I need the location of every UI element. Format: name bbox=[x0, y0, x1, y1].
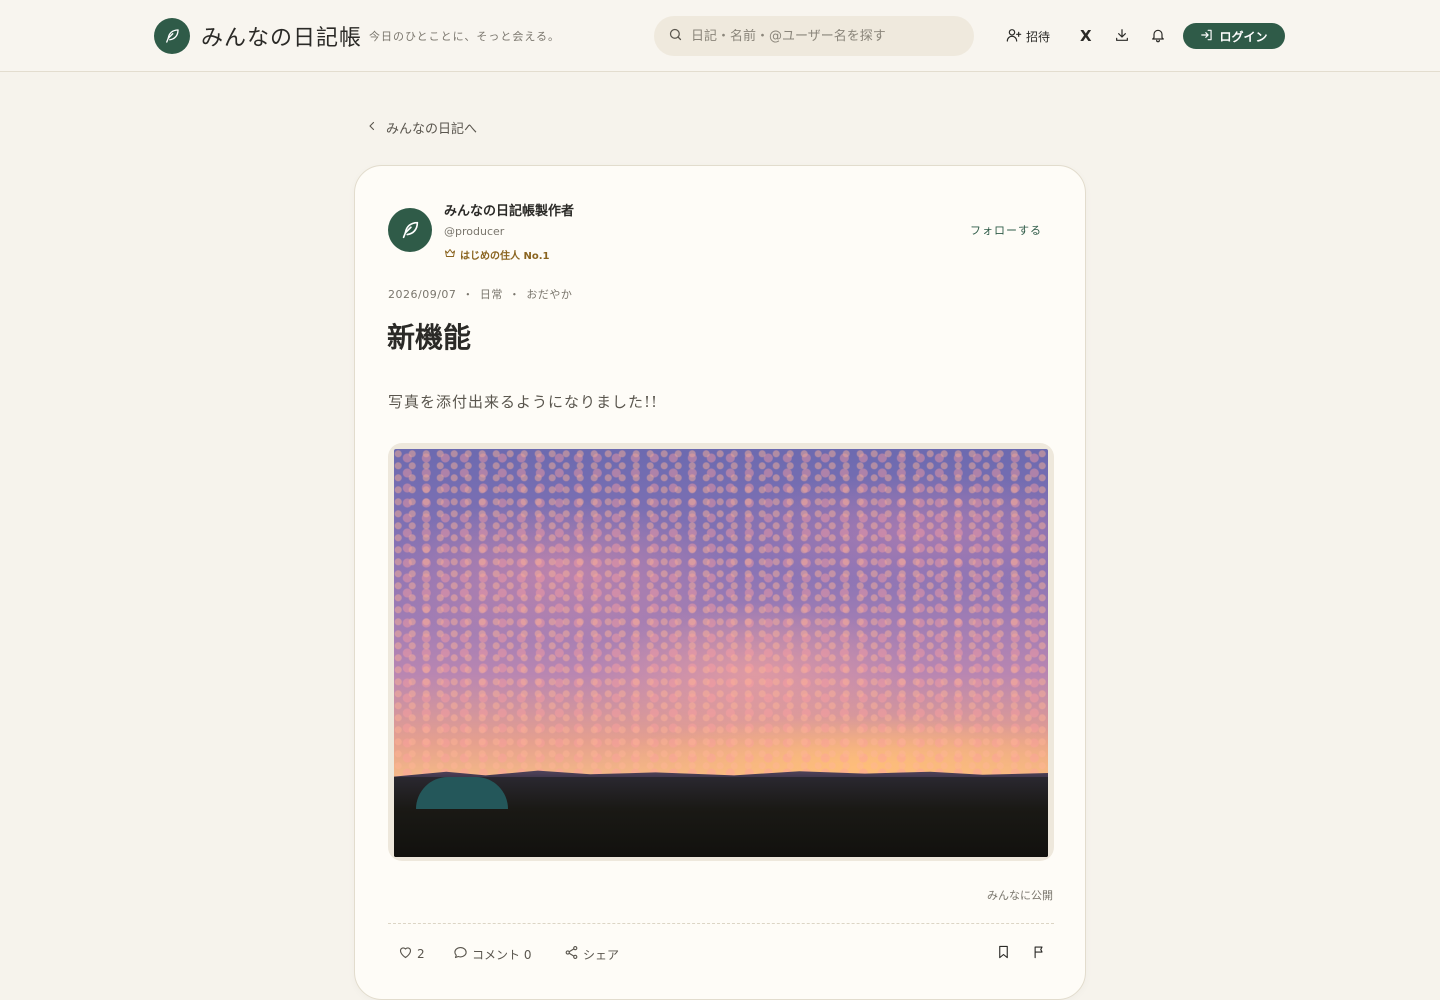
comment-icon bbox=[453, 945, 468, 963]
photo-greenhouse bbox=[416, 777, 508, 809]
share-button[interactable]: シェア bbox=[564, 945, 619, 963]
comment-label: コメント 0 bbox=[472, 947, 532, 962]
back-label: みんなの日記へ bbox=[386, 122, 478, 137]
flag-icon bbox=[1032, 944, 1047, 964]
attached-photo[interactable] bbox=[394, 449, 1048, 857]
like-count: 2 bbox=[417, 947, 425, 961]
post-category: 日常 bbox=[479, 288, 503, 301]
avatar[interactable] bbox=[388, 208, 432, 252]
share-icon bbox=[564, 945, 579, 963]
login-button[interactable]: ログイン bbox=[1183, 23, 1285, 49]
post-date: 2026/09/07 bbox=[388, 288, 457, 301]
brand-tagline: 今日のひとことに、そっと会える。 bbox=[369, 30, 561, 43]
x-share-button[interactable]: X bbox=[1080, 24, 1092, 48]
post-card: みんなの日記帳製作者 @producer はじめの住人 No.1 フォローする … bbox=[354, 165, 1086, 1000]
photo-frame bbox=[388, 443, 1054, 861]
bell-icon bbox=[1150, 27, 1166, 46]
author-badge: はじめの住人 No.1 bbox=[444, 247, 549, 262]
user-plus-icon bbox=[1006, 27, 1022, 46]
report-button[interactable] bbox=[1030, 945, 1048, 963]
visibility-label: みんなに公開 bbox=[987, 889, 1053, 902]
download-icon bbox=[1114, 27, 1130, 46]
meta-separator: ・ bbox=[508, 288, 521, 301]
bookmark-icon bbox=[996, 944, 1011, 964]
login-label: ログイン bbox=[1219, 29, 1268, 44]
invite-button[interactable]: 招待 bbox=[1006, 24, 1050, 48]
post-body: 写真を添付出来るようになりました!! bbox=[388, 393, 659, 411]
share-label: シェア bbox=[583, 947, 620, 962]
post-mood: おだやか bbox=[526, 288, 573, 301]
heart-icon bbox=[398, 945, 413, 963]
invite-label: 招待 bbox=[1026, 29, 1051, 44]
follow-button[interactable]: フォローする bbox=[970, 222, 1042, 238]
post-title: 新機能 bbox=[387, 321, 472, 354]
author-name[interactable]: みんなの日記帳製作者 bbox=[444, 200, 574, 219]
comment-button[interactable]: コメント 0 bbox=[453, 945, 531, 963]
notifications-button[interactable] bbox=[1150, 24, 1166, 48]
bookmark-button[interactable] bbox=[994, 945, 1012, 963]
download-button[interactable] bbox=[1114, 24, 1130, 48]
crown-icon bbox=[444, 247, 456, 262]
top-header: みんなの日記帳 今日のひとことに、そっと会える。 招待 X ログイン bbox=[0, 0, 1440, 72]
login-icon bbox=[1200, 28, 1214, 45]
search-icon bbox=[668, 27, 683, 46]
divider bbox=[388, 923, 1054, 924]
brand-name[interactable]: みんなの日記帳 bbox=[201, 20, 362, 52]
search-input[interactable] bbox=[691, 28, 951, 44]
back-link[interactable]: みんなの日記へ bbox=[366, 118, 477, 137]
meta-separator: ・ bbox=[462, 288, 474, 301]
author-handle[interactable]: @producer bbox=[444, 225, 504, 238]
badge-label: はじめの住人 No.1 bbox=[460, 251, 550, 262]
chevron-left-icon bbox=[366, 120, 378, 136]
photo-clouds bbox=[394, 449, 1048, 779]
leaf-pen-icon bbox=[402, 221, 419, 239]
like-button[interactable]: 2 bbox=[398, 945, 425, 963]
leaf-pen-icon[interactable] bbox=[154, 18, 190, 54]
post-meta: 2026/09/07 ・日常・おだやか bbox=[388, 286, 572, 302]
search-box[interactable] bbox=[654, 16, 974, 56]
